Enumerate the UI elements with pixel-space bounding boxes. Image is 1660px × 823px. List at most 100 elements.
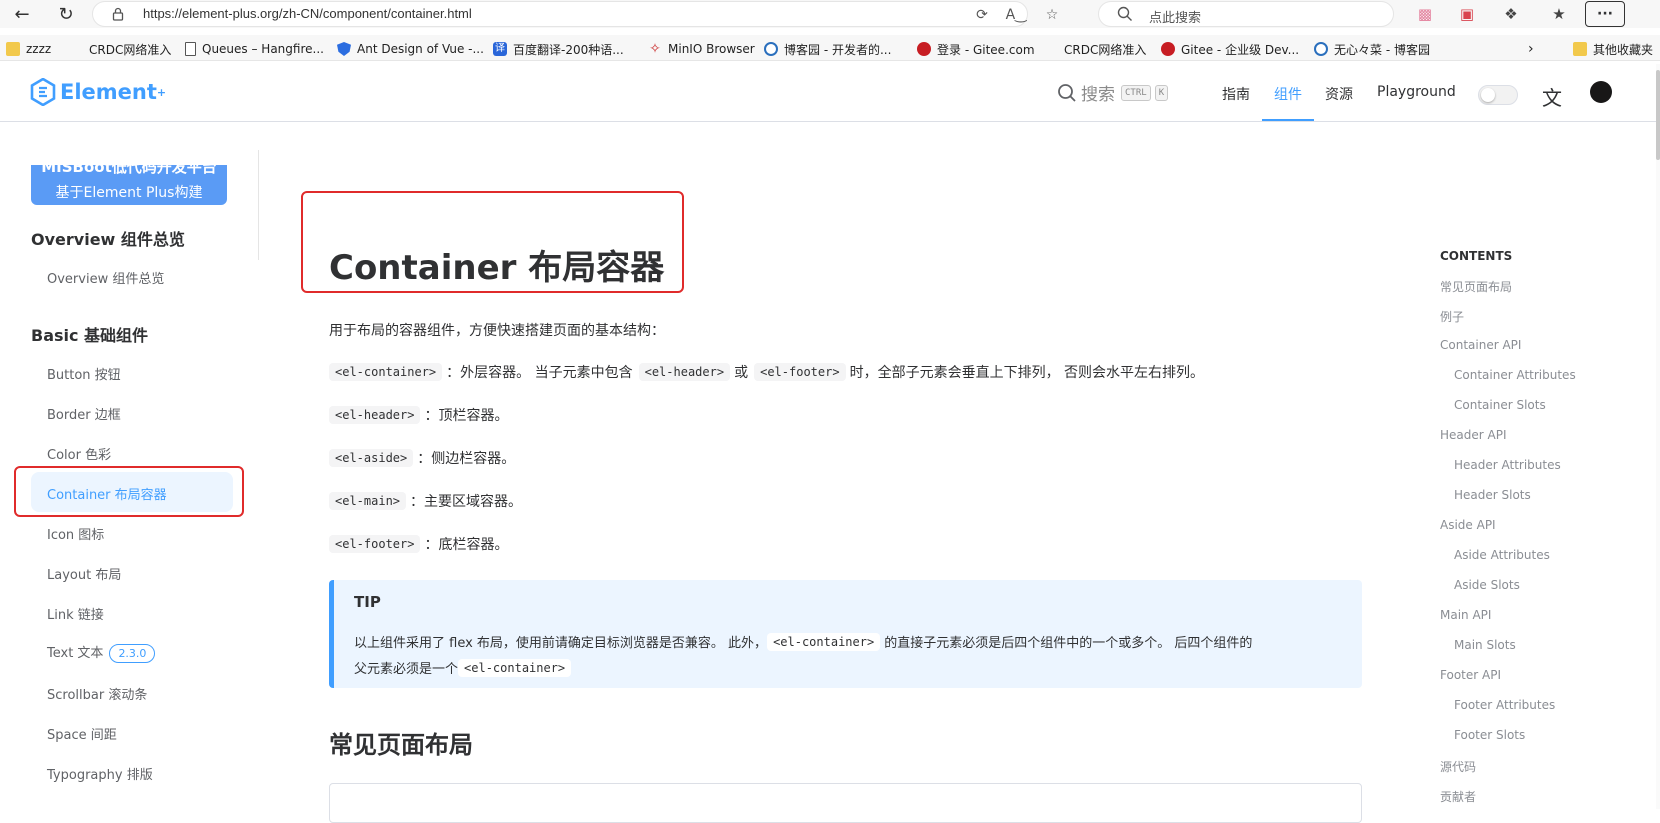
nav-resources[interactable]: 资源 [1325, 84, 1353, 104]
lock-icon [112, 7, 124, 21]
search-icon [1117, 6, 1132, 21]
site-search-button[interactable]: 搜索 CTRL K [1057, 80, 1169, 105]
search-icon [1058, 83, 1076, 102]
aside-paragraph: <el-aside> ：侧边栏容器。 [329, 448, 515, 468]
toc-item[interactable]: Footer API [1440, 668, 1501, 682]
bookmark-item[interactable]: 登录 - Gitee.com [917, 40, 1035, 58]
toc-item[interactable]: Footer Attributes [1454, 698, 1555, 712]
toc-item[interactable]: Container Attributes [1454, 368, 1576, 382]
inline-code: <el-footer> [754, 363, 846, 381]
extensions-puzzle-icon[interactable]: ❖ [1500, 3, 1522, 25]
toc-item[interactable]: Header API [1440, 428, 1507, 442]
sidebar-item-text[interactable]: Text 文本 2.3.0 [47, 642, 156, 663]
bookmark-item[interactable]: 译百度翻译-200种语... [493, 40, 624, 58]
bookmark-item[interactable]: ✧ MinIO Browser [648, 40, 755, 58]
toc-item[interactable]: 例子 [1440, 308, 1464, 325]
inline-code: <el-container> [329, 363, 443, 381]
favorite-star-icon[interactable]: ☆ [1043, 6, 1061, 24]
sidebar-item-container[interactable]: Container 布局容器 [47, 484, 167, 503]
dark-mode-toggle[interactable] [1478, 85, 1518, 105]
page-icon [185, 42, 196, 56]
sidebar-item-typography[interactable]: Typography 排版 [47, 764, 153, 783]
antdv-logo-icon [337, 42, 351, 56]
sidebar-item-color[interactable]: Color 色彩 [47, 444, 111, 463]
toc-item[interactable]: 源代码 [1440, 758, 1476, 775]
sidebar-item-space[interactable]: Space 间距 [47, 724, 117, 743]
element-logo-icon [30, 78, 56, 106]
toc-item[interactable]: Aside Slots [1454, 578, 1520, 592]
edge-refresh-icon[interactable]: ⟳ [973, 6, 991, 24]
sidebar-section-overview: Overview 组件总览 [31, 230, 185, 249]
sidebar-divider [258, 150, 259, 260]
tip-line-2: 父元素必须是一个 <el-container> [354, 658, 575, 677]
bookmark-item[interactable]: 博客园 - 开发者的... [764, 40, 891, 58]
search-label: 搜索 [1081, 85, 1115, 105]
github-icon[interactable] [1590, 81, 1612, 103]
sidebar-item-scrollbar[interactable]: Scrollbar 滚动条 [47, 684, 147, 703]
page-title: Container 布局容器 [329, 248, 665, 288]
back-arrow-icon[interactable]: ← [10, 2, 34, 26]
read-aloud-icon[interactable]: A‿ [1006, 6, 1027, 24]
sidebar-item-border[interactable]: Border 边框 [47, 404, 121, 423]
toc-item[interactable]: Container API [1440, 338, 1521, 352]
inline-code: <el-header> [329, 406, 421, 424]
sidebar-item-icon[interactable]: Icon 图标 [47, 524, 104, 543]
gitee-icon [917, 42, 931, 56]
nav-guide[interactable]: 指南 [1222, 84, 1250, 104]
inline-code: <el-container> [767, 632, 881, 651]
toc-item[interactable]: Footer Slots [1454, 728, 1525, 742]
toc-item[interactable]: Aside API [1440, 518, 1496, 532]
toc-item[interactable]: 贡献者 [1440, 788, 1476, 805]
toc-item[interactable]: Header Slots [1454, 488, 1531, 502]
bookmark-item[interactable]: Ant Design of Vue -... [337, 40, 484, 58]
more-menu-button[interactable]: ··· [1585, 1, 1625, 27]
toc-item[interactable]: Header Attributes [1454, 458, 1561, 472]
browser-search-box[interactable]: 点此搜索 [1098, 1, 1394, 27]
browser-search-placeholder: 点此搜索 [1149, 11, 1202, 26]
version-badge: 2.3.0 [109, 644, 156, 663]
demo-box [329, 783, 1362, 823]
tip-callout: TIP 以上组件采用了 flex 布局，使用前请确定目标浏览器是否兼容。 此外，… [329, 580, 1362, 688]
toc-item[interactable]: 常见页面布局 [1440, 278, 1512, 295]
bookmark-item[interactable]: CRDC网络准入 [1044, 40, 1146, 58]
nav-components[interactable]: 组件 [1274, 84, 1302, 104]
sidebar-item-link[interactable]: Link 链接 [47, 604, 104, 623]
toc-item[interactable]: Container Slots [1454, 398, 1546, 412]
sidebar-item-layout[interactable]: Layout 布局 [47, 564, 121, 583]
folder-icon [1573, 42, 1587, 56]
extension-tv-icon[interactable]: ▩ [1414, 3, 1436, 25]
bookmark-folder-other[interactable]: 其他收藏夹 [1573, 40, 1653, 58]
ad-text: 基于Element Plus构建 [55, 185, 203, 201]
bookmark-item[interactable]: CRDC网络准入 [69, 40, 171, 58]
bookmark-item[interactable]: Queues – Hangfire... [185, 40, 324, 58]
bookmark-item[interactable]: zzzz [6, 40, 51, 58]
bookmarks-overflow-chevron-icon[interactable]: › [1528, 40, 1534, 58]
container-paragraph: <el-container> ：外层容器。 当子元素中包含 <el-header… [329, 362, 1204, 382]
nav-playground[interactable]: Playground [1377, 84, 1456, 100]
toc-item[interactable]: Aside Attributes [1454, 548, 1550, 562]
toc-item[interactable]: Main API [1440, 608, 1491, 622]
page-scrollbar-thumb[interactable] [1656, 70, 1660, 160]
inline-code: <el-footer> [329, 535, 421, 553]
element-plus-logo[interactable]: Element + [30, 78, 166, 106]
header-paragraph: <el-header> ：顶栏容器。 [329, 405, 508, 425]
toc-item[interactable]: Main Slots [1454, 638, 1516, 652]
baidu-translate-icon: 译 [493, 42, 507, 56]
refresh-icon[interactable]: ↻ [54, 2, 78, 26]
favorites-icon[interactable]: ★ [1548, 3, 1570, 25]
section-title: 常见页面布局 [329, 731, 473, 759]
translate-icon[interactable]: 文 [1542, 82, 1562, 111]
extension-record-icon[interactable]: ▣ [1456, 3, 1478, 25]
footer-paragraph: <el-footer> ：底栏容器。 [329, 534, 508, 554]
site-header: Element + 搜索 CTRL K 指南 组件 资源 Playground 文 [0, 64, 1660, 122]
sidebar-ad-banner[interactable]: MISBoot低代码开发平台 基于Element Plus构建 [31, 165, 227, 205]
address-bar[interactable]: https://element-plus.org/zh-CN/component… [92, 1, 1058, 27]
minio-icon: ✧ [649, 41, 661, 57]
bookmark-item[interactable]: 无心々菜 - 博客园 [1314, 40, 1430, 58]
bookmark-item[interactable]: Gitee - 企业级 Dev... [1161, 40, 1299, 58]
page-scrollbar[interactable] [1656, 64, 1660, 809]
folder-icon [6, 42, 20, 56]
intro-paragraph: 用于布局的容器组件，方便快速搭建页面的基本结构： [329, 323, 665, 339]
sidebar-item-button[interactable]: Button 按钮 [47, 364, 121, 383]
sidebar-item-overview[interactable]: Overview 组件总览 [47, 268, 164, 287]
